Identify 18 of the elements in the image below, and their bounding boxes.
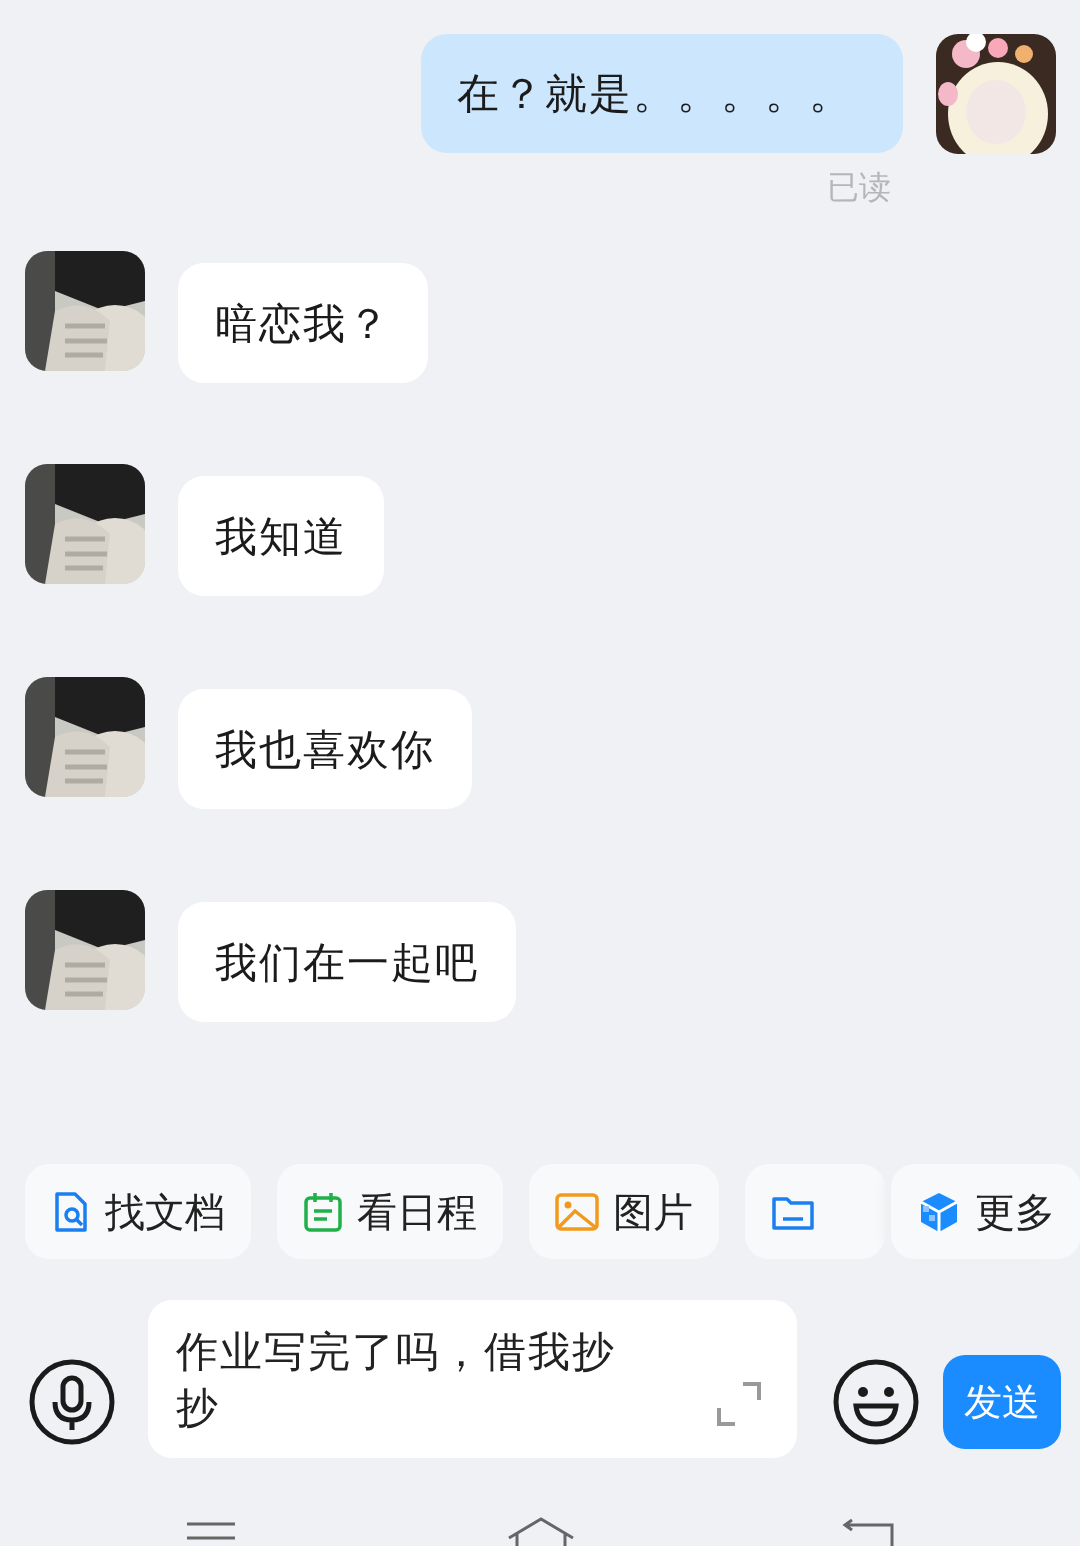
message-bubble: 我也喜欢你 [178, 689, 472, 809]
quick-action-chip[interactable]: 更多 [891, 1164, 1080, 1259]
message-bubble: 我们在一起吧 [178, 902, 516, 1022]
quick-action-chip[interactable]: 找文档 [25, 1164, 251, 1259]
quick-action-chip[interactable] [745, 1164, 885, 1259]
message-input[interactable]: 作业写完了吗，借我抄抄 [148, 1300, 797, 1458]
message-bubble: 我知道 [178, 476, 384, 596]
calendar-icon [303, 1190, 343, 1233]
quick-action-chip[interactable]: 图片 [529, 1164, 719, 1259]
microphone-icon[interactable] [28, 1358, 116, 1446]
read-status: 已读 [827, 168, 891, 207]
message-bubble: 暗恋我？ [178, 263, 428, 383]
image-icon [555, 1192, 599, 1231]
back-icon[interactable] [842, 1518, 896, 1546]
message-bubble: 在？就是。。。。。 [421, 34, 903, 153]
quick-action-chip[interactable]: 看日程 [277, 1164, 503, 1259]
emoji-icon[interactable] [832, 1358, 920, 1446]
expand-icon[interactable] [717, 1382, 761, 1426]
